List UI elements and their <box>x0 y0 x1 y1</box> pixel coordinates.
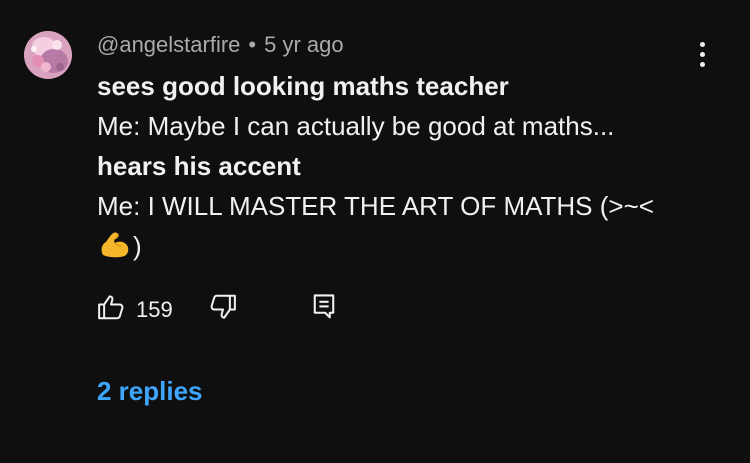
comment-line: Me: I WILL MASTER THE ART OF MATHS (>~< <box>97 191 654 221</box>
comment-line: sees good looking maths teacher <box>97 71 509 101</box>
comment-timestamp[interactable]: 5 yr ago <box>264 32 344 58</box>
comment-line: hears his accent <box>97 151 301 181</box>
comment-thread: @angelstarfire • 5 yr ago sees good look… <box>0 0 750 463</box>
reply-button[interactable] <box>310 292 338 327</box>
like-count: 159 <box>136 296 173 322</box>
comment-line-last: ) <box>97 226 717 271</box>
like-button[interactable]: 159 <box>96 292 173 327</box>
thumbs-down-icon <box>208 292 238 327</box>
view-replies-link[interactable]: 2 replies <box>97 376 203 407</box>
dislike-button[interactable] <box>208 292 238 327</box>
comment-line-end: ) <box>133 231 142 261</box>
comment-text: sees good looking maths teacher Me: Mayb… <box>97 66 717 271</box>
author-name[interactable]: @angelstarfire <box>97 32 240 58</box>
meta-separator: • <box>248 32 257 57</box>
comment-header: @angelstarfire • 5 yr ago <box>97 31 344 59</box>
avatar[interactable] <box>24 31 72 79</box>
thumbs-up-icon <box>96 292 126 327</box>
comment-line: Me: Maybe I can actually be good at math… <box>97 111 615 141</box>
flexed-biceps-icon <box>97 230 131 271</box>
comment-reply-icon <box>310 292 338 327</box>
